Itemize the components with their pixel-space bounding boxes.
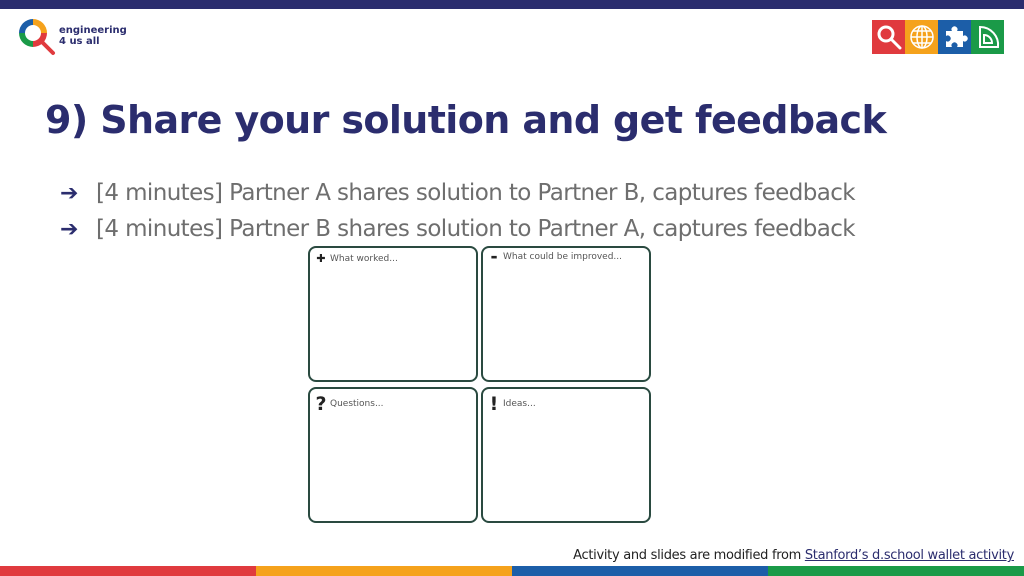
feedback-card-what-worked: ✚ What worked... [308,246,478,382]
protractor-icon [971,20,1004,54]
exclamation-icon: ! [489,393,499,415]
feedback-capture-grid: ✚ What worked... ▬ What could be improve… [308,246,652,526]
instruction-text: [4 minutes] Partner A shares solution to… [96,180,856,206]
slide-title: 9) Share your solution and get feedback [45,98,887,142]
feedback-card-ideas: ! Ideas... [481,387,651,523]
theme-icon-strip [872,20,1004,54]
globe-icon [905,20,938,54]
attribution-note: Activity and slides are modified from St… [573,548,1014,563]
logo-line-2: 4 us all [59,36,100,47]
instruction-item: ➔ [4 minutes] Partner B shares solution … [60,211,856,247]
dschool-wallet-activity-link[interactable]: Stanford’s d.school wallet activity [805,548,1014,563]
engineering-4-us-all-logo: engineering 4 us all [16,16,127,56]
card-label: What could be improved... [503,252,622,262]
top-bar [0,0,1024,9]
arrow-icon: ➔ [60,216,79,242]
feedback-card-improvements: ▬ What could be improved... [481,246,651,382]
bar-segment-blue [512,566,768,576]
arrow-icon: ➔ [60,180,79,206]
puzzle-icon [938,20,971,54]
plus-icon: ✚ [316,252,326,265]
minus-icon: ▬ [490,253,498,261]
instruction-text: [4 minutes] Partner B shares solution to… [96,216,856,242]
logo-line-1: engineering [59,25,127,36]
bar-segment-green [768,566,1024,576]
bottom-color-bar [0,566,1024,576]
card-label: Questions... [330,399,384,409]
card-label: What worked... [330,253,398,264]
attribution-text: Activity and slides are modified from [573,548,805,563]
instruction-item: ➔ [4 minutes] Partner A shares solution … [60,175,856,211]
instruction-list: ➔ [4 minutes] Partner A shares solution … [60,175,856,247]
magnifier-icon [872,20,905,54]
bar-segment-red [0,566,256,576]
question-icon: ? [315,393,327,415]
feedback-card-questions: ? Questions... [308,387,478,523]
card-label: Ideas... [503,399,536,409]
bar-segment-orange [256,566,512,576]
logo-magnifier-icon [19,19,55,55]
